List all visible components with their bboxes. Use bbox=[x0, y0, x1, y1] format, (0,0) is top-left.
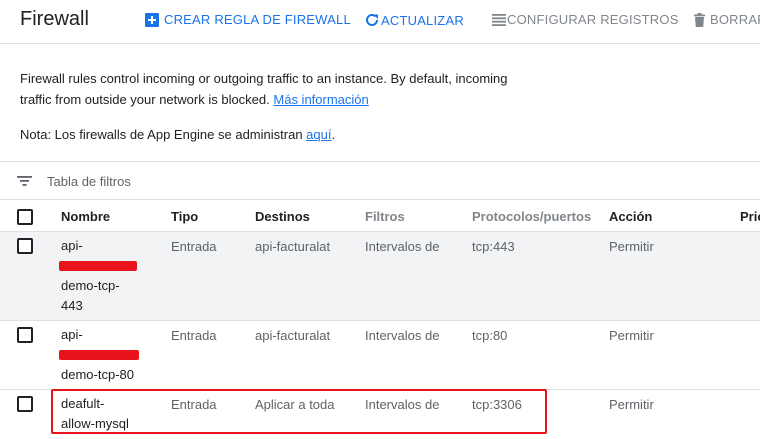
row-checkbox[interactable] bbox=[17, 396, 33, 412]
app-engine-note: Nota: Los firewalls de App Engine se adm… bbox=[20, 124, 335, 145]
rule-name-part: api- bbox=[61, 238, 83, 253]
col-header-action[interactable]: Acción bbox=[609, 209, 652, 224]
configure-logs-button[interactable]: CONFIGURAR REGISTROS bbox=[492, 12, 679, 27]
divider bbox=[0, 199, 760, 200]
here-link[interactable]: aquí bbox=[306, 127, 331, 142]
rule-type: Entrada bbox=[171, 239, 217, 254]
col-header-name[interactable]: Nombre bbox=[61, 209, 110, 224]
rule-action: Permitir bbox=[609, 239, 654, 254]
col-header-filters[interactable]: Filtros bbox=[365, 209, 405, 224]
configure-logs-label: CONFIGURAR REGISTROS bbox=[507, 12, 679, 27]
rule-name-part: api- bbox=[61, 327, 83, 342]
table-row[interactable]: api- demo-tcp-80 Entrada api-facturalat … bbox=[0, 321, 760, 389]
row-checkbox[interactable] bbox=[17, 238, 33, 254]
col-header-type[interactable]: Tipo bbox=[171, 209, 198, 224]
divider bbox=[0, 161, 760, 162]
col-header-priority[interactable]: Prio bbox=[740, 209, 760, 224]
list-icon bbox=[492, 13, 506, 26]
rule-name-part: 443 bbox=[61, 298, 83, 313]
rule-targets: api-facturalat bbox=[255, 328, 331, 343]
note-text: Nota: Los firewalls de App Engine se adm… bbox=[20, 127, 303, 142]
refresh-icon bbox=[366, 13, 378, 26]
table-row[interactable]: api- demo-tcp- 443 Entrada api-facturala… bbox=[0, 232, 760, 320]
refresh-label: ACTUALIZAR bbox=[381, 12, 464, 28]
info-description: Firewall rules control incoming or outgo… bbox=[20, 71, 508, 107]
rule-type: Entrada bbox=[171, 328, 217, 343]
delete-label: BORRAR bbox=[710, 12, 760, 27]
rule-name-part: demo-tcp-80 bbox=[61, 367, 134, 382]
page-header: Firewall CREAR REGLA DE FIREWALL ACTUALI… bbox=[0, 0, 760, 44]
more-info-link[interactable]: Más información bbox=[273, 92, 368, 107]
filter-icon bbox=[17, 176, 32, 186]
rule-name-part: demo-tcp- bbox=[61, 278, 120, 293]
page-title: Firewall bbox=[20, 8, 89, 30]
rule-protocols: tcp:443 bbox=[472, 239, 515, 254]
delete-button[interactable]: BORRAR bbox=[694, 12, 760, 27]
rule-name[interactable]: api- demo-tcp-80 bbox=[59, 325, 139, 385]
create-rule-label: CREAR REGLA DE FIREWALL bbox=[164, 12, 351, 27]
rule-action: Permitir bbox=[609, 328, 654, 343]
col-header-targets[interactable]: Destinos bbox=[255, 209, 310, 224]
redaction-mark bbox=[59, 350, 139, 360]
info-text: Firewall rules control incoming or outgo… bbox=[20, 68, 540, 110]
refresh-button[interactable]: ACTUALIZAR bbox=[364, 12, 464, 28]
add-box-icon bbox=[145, 12, 159, 27]
rule-name[interactable]: api- demo-tcp- 443 bbox=[59, 236, 137, 316]
rule-protocols: tcp:80 bbox=[472, 328, 508, 343]
row-checkbox[interactable] bbox=[17, 327, 33, 343]
select-all-checkbox[interactable] bbox=[17, 209, 33, 225]
redaction-mark bbox=[59, 261, 137, 271]
filter-input[interactable]: Tabla de filtros bbox=[47, 174, 131, 189]
rule-filters: Intervalos de bbox=[365, 328, 440, 343]
highlight-annotation bbox=[51, 389, 547, 434]
trash-icon bbox=[694, 12, 705, 27]
note-suffix: . bbox=[331, 127, 336, 142]
rule-targets: api-facturalat bbox=[255, 239, 331, 254]
col-header-protocols[interactable]: Protocolos/puertos bbox=[472, 209, 591, 224]
rule-action: Permitir bbox=[609, 397, 654, 412]
create-rule-button[interactable]: CREAR REGLA DE FIREWALL bbox=[145, 12, 351, 27]
rule-filters: Intervalos de bbox=[365, 239, 440, 254]
